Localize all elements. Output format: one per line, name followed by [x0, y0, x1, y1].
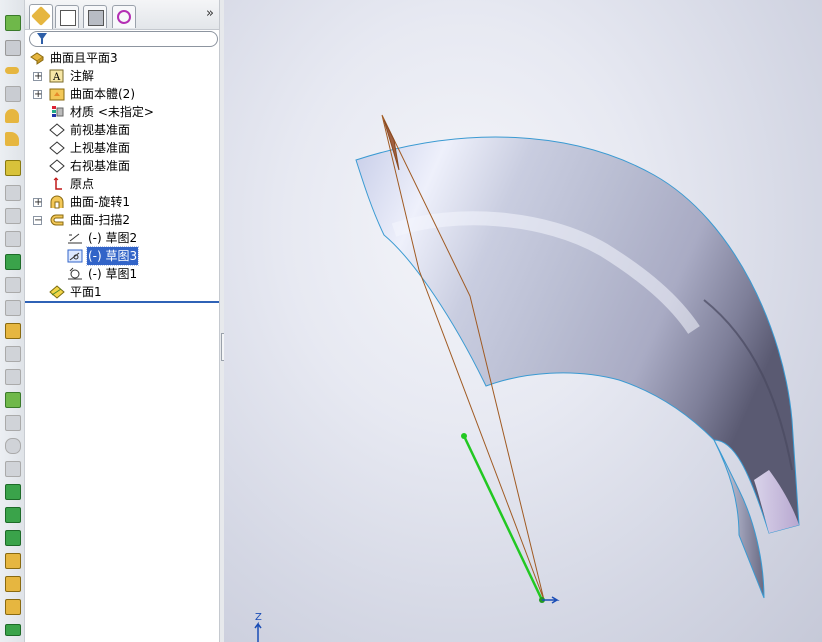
move-face-icon[interactable] — [3, 505, 21, 523]
filter-icon — [37, 33, 47, 44]
boundary-boss-icon[interactable] — [3, 107, 21, 125]
feature-manager-tab[interactable] — [29, 4, 53, 29]
swept-cut-icon[interactable] — [3, 206, 21, 224]
dimxpert-icon — [117, 10, 131, 24]
thicken-icon[interactable] — [3, 551, 21, 569]
collapse-icon[interactable]: − — [33, 216, 42, 226]
sketch-icon — [67, 267, 83, 281]
rib-icon[interactable] — [3, 275, 21, 293]
dimxpert-tab[interactable] — [112, 5, 136, 28]
surface-revolve-face — [355, 136, 800, 534]
extruded-cut-icon[interactable] — [3, 158, 21, 176]
surface-revolve-icon — [49, 195, 65, 209]
curves-icon[interactable] — [3, 459, 21, 477]
extruded-boss-icon[interactable] — [3, 13, 21, 31]
instant3d-icon[interactable] — [3, 482, 21, 500]
split-line-icon[interactable] — [3, 528, 21, 546]
plane-icon — [49, 123, 65, 137]
property-manager-tab[interactable] — [55, 5, 79, 28]
reference-plane-icon — [49, 285, 65, 299]
knit-surface-icon[interactable] — [3, 574, 21, 592]
tree-item-label: (-) 草图1 — [88, 267, 138, 281]
rollback-bar[interactable] — [25, 301, 220, 303]
annotation-icon: A — [49, 69, 65, 83]
feature-tree-icon — [31, 6, 51, 26]
more-tabs-button[interactable]: » — [206, 6, 214, 21]
revolved-boss-icon[interactable] — [3, 38, 21, 56]
tree-item-label-selected: (-) 草图3 — [85, 246, 140, 266]
lofted-cut-icon[interactable] — [3, 229, 21, 247]
swept-boss-icon[interactable] — [3, 61, 21, 79]
fillet-icon[interactable] — [3, 130, 21, 148]
expand-icon[interactable]: + — [33, 198, 42, 208]
graphics-area[interactable]: Z — [224, 0, 822, 642]
mirror-icon[interactable] — [3, 413, 21, 431]
wrap-icon[interactable] — [3, 321, 21, 339]
tree-item-label: 平面1 — [70, 285, 102, 299]
tree-item-label: 材质 <未指定> — [70, 105, 154, 119]
plane-icon — [49, 141, 65, 155]
tree-item-label: 曲面-扫描2 — [70, 213, 130, 227]
tree-item-label: 原点 — [70, 177, 95, 191]
triad-z-axis-icon — [254, 621, 262, 642]
tree-item-label: 注解 — [70, 69, 95, 83]
expand-icon[interactable]: + — [33, 72, 42, 82]
more-tools-icon[interactable] — [3, 622, 21, 640]
property-icon — [60, 10, 76, 26]
hole-wizard-icon[interactable] — [3, 344, 21, 362]
pattern-icon[interactable] — [3, 390, 21, 408]
tree-filter-input[interactable] — [29, 31, 218, 47]
expand-icon[interactable]: + — [33, 90, 42, 100]
ruled-surface-icon[interactable] — [3, 597, 21, 615]
triad-z-label: Z — [255, 612, 262, 623]
surface-sweep-icon — [49, 213, 65, 227]
part-icon — [29, 51, 45, 65]
tree-item-label: 曲面本體(2) — [70, 87, 135, 101]
lofted-boss-icon[interactable] — [3, 84, 21, 102]
configuration-icon — [88, 10, 104, 26]
reference-geometry-icon[interactable] — [3, 436, 21, 454]
features-toolbar — [0, 0, 25, 642]
svg-text:A: A — [52, 72, 61, 83]
sketch3-line — [462, 435, 544, 601]
origin-icon — [49, 177, 65, 191]
material-icon — [49, 105, 65, 119]
tree-item-label: (-) 草图2 — [88, 231, 138, 245]
tree-root-label: 曲面且平面3 — [50, 51, 118, 65]
sketch-icon — [67, 249, 83, 263]
tree-item-label: 右视基准面 — [70, 159, 131, 173]
configuration-manager-tab[interactable] — [83, 5, 107, 28]
tree-item-label: 前视基准面 — [70, 123, 131, 137]
tree-item-label: 上视基准面 — [70, 141, 131, 155]
feature-manager-panel: » 曲面且平面3 + A 注解 + 曲面本體(2) 材质 <未指定> 前视基准面 — [25, 0, 221, 642]
tree-item-label: 曲面-旋转1 — [70, 195, 130, 209]
origin-arrow-icon — [542, 596, 560, 604]
model-view[interactable] — [224, 0, 822, 642]
dome-icon[interactable] — [3, 367, 21, 385]
draft-icon[interactable] — [3, 298, 21, 316]
sketch-icon — [67, 231, 83, 245]
plane-icon — [49, 159, 65, 173]
shell-icon[interactable] — [3, 252, 21, 270]
surface-bodies-folder-icon — [49, 87, 65, 101]
revolved-cut-icon[interactable] — [3, 183, 21, 201]
manager-tabs: » — [25, 0, 220, 30]
sketch3-endpoint — [461, 433, 467, 439]
